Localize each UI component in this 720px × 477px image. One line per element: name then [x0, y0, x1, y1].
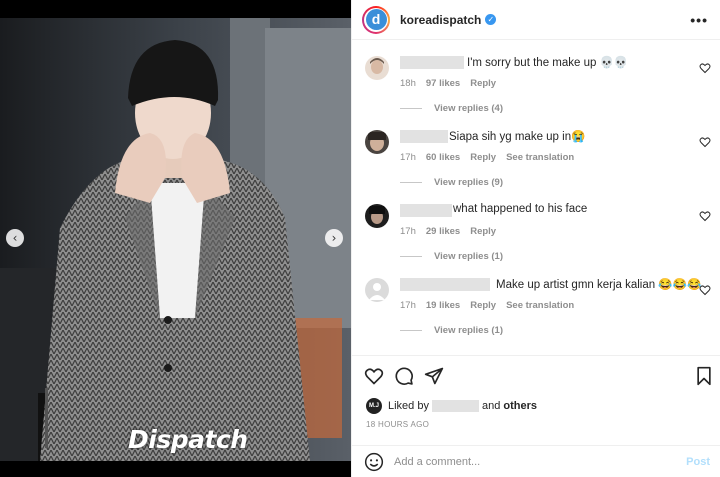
- view-replies-button[interactable]: View replies (1): [400, 251, 503, 262]
- view-replies-label: View replies (9): [434, 177, 503, 188]
- reply-button[interactable]: Reply: [470, 78, 496, 89]
- post-actions-bar: [352, 355, 720, 393]
- commenter-avatar[interactable]: [365, 278, 389, 302]
- media-top-bar: [0, 0, 351, 18]
- redacted-liker-name: [431, 400, 479, 412]
- reply-button[interactable]: Reply: [470, 152, 496, 163]
- media-bottom-bar: [0, 461, 351, 477]
- see-translation-button[interactable]: See translation: [506, 300, 574, 311]
- post-timestamp[interactable]: 18 HOURS AGO: [366, 420, 429, 429]
- see-translation-button[interactable]: See translation: [506, 152, 574, 163]
- commenter-avatar[interactable]: [365, 130, 389, 154]
- next-image-button[interactable]: ›: [325, 229, 343, 247]
- post-media: ‹ › Dispatch: [0, 0, 351, 477]
- emoji-smiley-icon[interactable]: [364, 452, 384, 472]
- comment-text: Siapa sih yg make up in😭: [449, 131, 586, 143]
- liker-avatar[interactable]: M.J: [366, 398, 382, 414]
- comment-meta: 17h 29 likes Reply: [400, 226, 496, 237]
- redacted-username: [400, 204, 452, 217]
- view-replies-label: View replies (1): [434, 325, 503, 336]
- view-replies-button[interactable]: View replies (9): [400, 177, 503, 188]
- share-paper-plane-icon[interactable]: [424, 366, 444, 386]
- comment-likes[interactable]: 97 likes: [426, 78, 460, 89]
- redacted-username: [400, 278, 490, 291]
- liked-by-prefix: Liked by: [388, 400, 429, 412]
- verified-badge-icon: ✓: [485, 14, 497, 25]
- comment-meta: 17h 60 likes Reply See translation: [400, 152, 574, 163]
- comment-item: I'm sorry but the make up 💀💀 18h 97 like…: [352, 48, 720, 122]
- view-replies-button[interactable]: View replies (1): [400, 325, 503, 336]
- post-panel: d koreadispatch ✓ ••• I'm sorry but the …: [351, 0, 720, 477]
- view-replies-label: View replies (4): [434, 103, 503, 114]
- like-comment-heart-icon[interactable]: [699, 136, 711, 148]
- previous-image-button[interactable]: ‹: [6, 229, 24, 247]
- account-avatar[interactable]: d: [362, 5, 390, 34]
- comment-likes[interactable]: 19 likes: [426, 300, 460, 311]
- account-username[interactable]: koreadispatch: [400, 13, 481, 27]
- save-bookmark-icon[interactable]: [694, 366, 714, 386]
- liked-by-others-link[interactable]: others: [503, 400, 537, 412]
- like-comment-heart-icon[interactable]: [699, 210, 711, 222]
- avatar-letter: d: [365, 9, 387, 30]
- comment-likes[interactable]: 60 likes: [426, 152, 460, 163]
- reply-button[interactable]: Reply: [470, 300, 496, 311]
- comment-time: 18h: [400, 78, 416, 89]
- comment-item: Make up artist gmn kerja kalian 😂😂😂 17h …: [352, 270, 720, 344]
- comment-likes[interactable]: 29 likes: [426, 226, 460, 237]
- more-options-button[interactable]: •••: [690, 12, 708, 28]
- comment-time: 17h: [400, 226, 416, 237]
- view-replies-button[interactable]: View replies (4): [400, 103, 503, 114]
- comment-bubble-icon[interactable]: [394, 366, 414, 386]
- post-comment-button[interactable]: Post: [686, 456, 710, 468]
- comment-text: I'm sorry but the make up 💀💀: [467, 57, 629, 69]
- comment-text: what happened to his face: [453, 203, 588, 215]
- dispatch-watermark: Dispatch: [128, 425, 248, 454]
- comment-time: 17h: [400, 152, 416, 163]
- comment-meta: 18h 97 likes Reply: [400, 78, 496, 89]
- like-comment-heart-icon[interactable]: [699, 284, 711, 296]
- add-comment-input[interactable]: [394, 455, 687, 468]
- comment-list: I'm sorry but the make up 💀💀 18h 97 like…: [352, 48, 720, 344]
- redacted-username: [400, 130, 448, 143]
- comment-time: 17h: [400, 300, 416, 311]
- like-comment-heart-icon[interactable]: [699, 62, 711, 74]
- comment-item: what happened to his face 17h 29 likes R…: [352, 196, 720, 270]
- post-photo: [0, 18, 351, 461]
- view-replies-label: View replies (1): [434, 251, 503, 262]
- like-heart-icon[interactable]: [364, 366, 384, 386]
- post-header: d koreadispatch ✓ •••: [352, 0, 720, 40]
- liked-by-middle: and: [481, 400, 501, 412]
- comment-meta: 17h 19 likes Reply See translation: [400, 300, 574, 311]
- commenter-avatar[interactable]: [365, 204, 389, 228]
- redacted-username: [400, 56, 464, 69]
- reply-button[interactable]: Reply: [470, 226, 496, 237]
- liked-by-summary: M.J Liked by and others: [366, 398, 537, 414]
- comment-item: Siapa sih yg make up in😭 17h 60 likes Re…: [352, 122, 720, 196]
- add-comment-bar: Post: [352, 445, 720, 477]
- comment-text: Make up artist gmn kerja kalian 😂😂😂: [496, 279, 702, 291]
- commenter-avatar[interactable]: [365, 56, 389, 80]
